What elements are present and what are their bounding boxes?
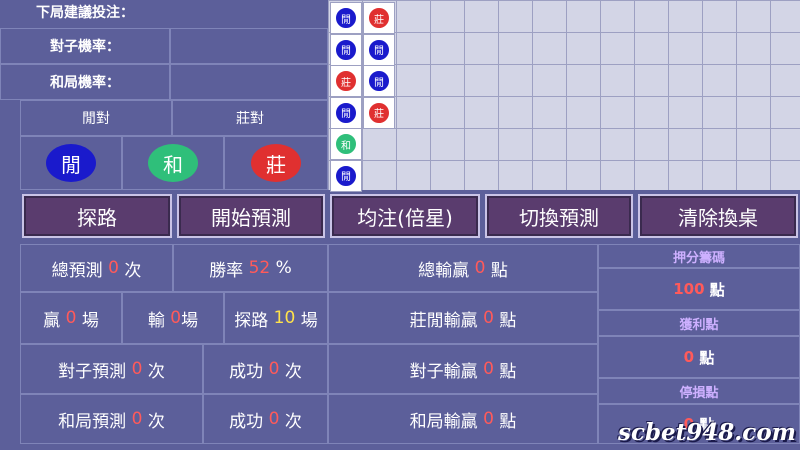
bead-player: 閒 [367,37,391,62]
pair-predict-label: 對子預測 [58,361,127,382]
total-predict-value: 0 [108,258,119,278]
pair-winloss-value: 0 [483,359,494,379]
banker-circle[interactable]: 莊 [251,144,301,182]
site-watermark: scbet948.com [618,419,796,446]
tie-cell: 和 [122,136,224,190]
pair-rate-label: 對子機率： [0,28,170,64]
times-unit: 次 [284,361,302,382]
points-unit: 點 [709,280,725,299]
points-unit: 點 [490,260,508,281]
pair-predict-cell: 對子預測 0 次 [20,344,203,394]
tie-success-cell: 成功 0 次 [203,394,328,444]
points-unit: 點 [499,411,517,432]
tie-winloss-cell: 和局輸贏 0 點 [328,394,598,444]
switch-predict-button[interactable]: 切換預測 [485,194,633,238]
start-predict-button[interactable]: 開始預測 [177,194,325,238]
bead-banker: 莊 [334,69,358,93]
pair-rate-value [170,28,328,64]
points-unit: 點 [499,310,517,331]
flat-bet-button[interactable]: 均注(倍星) [330,194,480,238]
lose-label: 輸 [147,310,165,331]
bead-player: 閒 [334,37,358,62]
probe-value: 10 [273,308,296,328]
lose-value: 0 [170,308,182,328]
win-rate-cell: 勝率 52 % [173,244,328,292]
player-circle[interactable]: 閒 [46,144,96,182]
bead-banker: 莊 [367,6,391,30]
probe-button[interactable]: 探路 [22,194,172,238]
profit-label: 獲利點 [598,310,800,336]
total-winloss-value: 0 [474,258,486,278]
suggest-label: 下局建議投注： [36,5,134,21]
bp-winloss-cell: 莊閒輸贏 0 點 [328,292,598,344]
profit-cell[interactable]: 0 點 [598,336,800,378]
tie-circle[interactable]: 和 [148,144,198,182]
tie-winloss-value: 0 [483,409,494,429]
win-rate-label: 勝率 [209,260,244,281]
success-label: 成功 [229,411,264,432]
probe-label: 探路 [234,310,269,331]
tie-predict-cell: 和局預測 0 次 [20,394,203,444]
lose-count-cell: 輸 0場 [122,292,224,344]
total-predict-cell: 總預測 0 次 [20,244,173,292]
bp-winloss-label: 莊閒輸贏 [409,310,478,331]
tie-success-value: 0 [268,409,280,429]
total-predict-label: 總預測 [51,260,103,281]
probe-count-cell: 探路 10 場 [224,292,328,344]
bead-road-grid [328,0,800,190]
pair-predict-value: 0 [131,359,143,379]
success-label: 成功 [229,361,264,382]
pair-winloss-label: 對子輸贏 [409,361,478,382]
win-rate-value: 52 [248,258,271,278]
player-cell: 閒 [20,136,122,190]
win-value: 0 [65,308,77,328]
stop-loss-label: 停損點 [598,378,800,404]
bet-chip-label: 押分籌碼 [598,244,800,268]
profit-value: 0 [683,348,695,366]
bead-player: 閒 [334,163,358,188]
suggest-value [170,0,328,24]
times-unit: 次 [147,411,165,432]
tie-winloss-label: 和局輸贏 [409,411,478,432]
tie-rate-value [170,64,328,100]
pair-winloss-cell: 對子輸贏 0 點 [328,344,598,394]
bp-winloss-value: 0 [483,308,494,328]
games-unit: 場 [300,310,318,331]
tie-predict-label: 和局預測 [58,411,127,432]
times-unit: 次 [284,411,302,432]
times-unit: 次 [124,260,142,281]
bead-player: 閒 [334,100,358,125]
games-unit: 場 [181,310,199,331]
total-winloss-cell: 總輸贏 0 點 [328,244,598,292]
percent-unit: % [275,258,292,278]
win-count-cell: 贏 0 場 [20,292,122,344]
banker-cell: 莊 [224,136,328,190]
banker-pair-label: 莊對 [172,100,328,136]
total-winloss-label: 總輸贏 [418,260,470,281]
pair-success-cell: 成功 0 次 [203,344,328,394]
tie-rate-label: 和局機率： [0,64,170,100]
player-pair-label: 閒對 [20,100,172,136]
times-unit: 次 [147,361,165,382]
win-label: 贏 [43,310,61,331]
bead-player: 閒 [334,6,358,30]
bead-player: 閒 [367,69,391,93]
bead-banker: 莊 [367,100,391,125]
pair-success-value: 0 [268,359,280,379]
clear-table-button[interactable]: 清除換桌 [638,194,798,238]
games-unit: 場 [81,310,99,331]
bead-tie: 和 [334,132,358,156]
bet-chip-value: 100 [673,280,705,298]
tie-predict-value: 0 [131,409,143,429]
points-unit: 點 [699,348,715,367]
points-unit: 點 [499,361,517,382]
bet-chip-cell[interactable]: 100 點 [598,268,800,310]
